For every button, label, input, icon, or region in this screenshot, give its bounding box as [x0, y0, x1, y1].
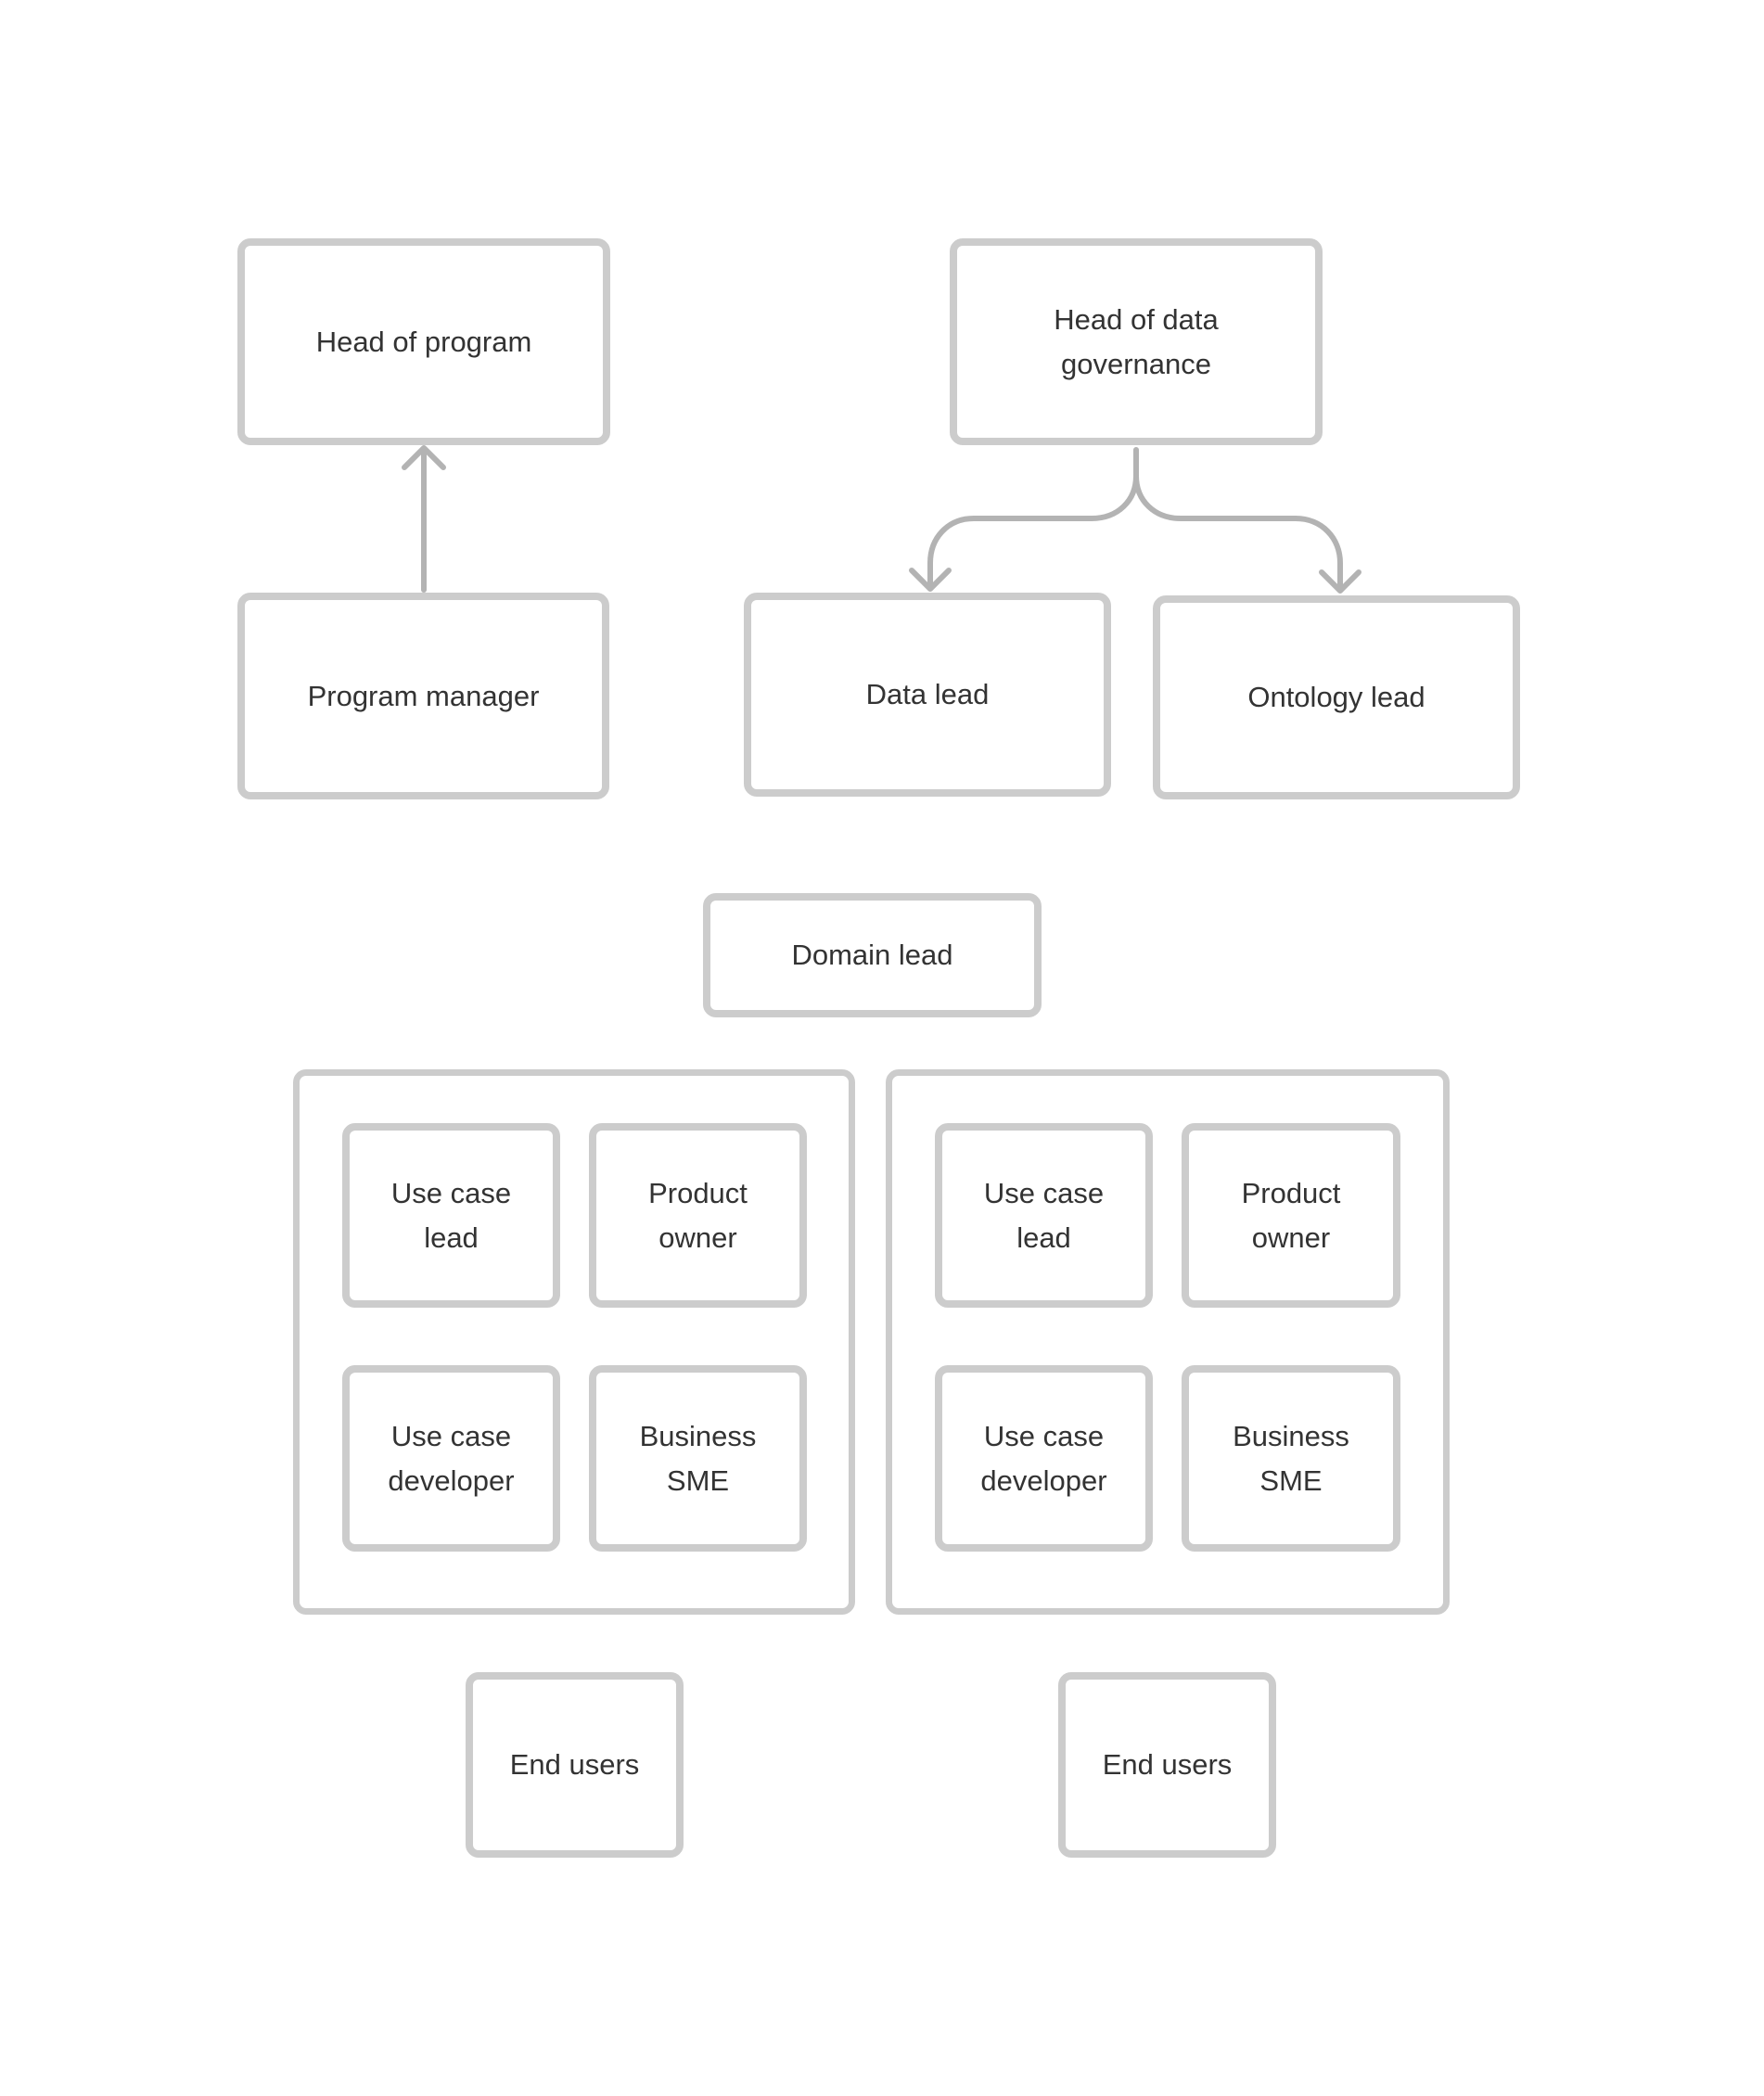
- node-label: End users: [509, 1748, 640, 1781]
- branch-stem-right: [1133, 473, 1343, 593]
- node-label: Use case lead: [390, 1176, 512, 1254]
- branch-stem-left: [927, 447, 1139, 591]
- node-end-users-2[interactable]: End users: [1058, 1672, 1276, 1858]
- edge-head-of-governance-branch: [909, 447, 1361, 594]
- node-domain-lead[interactable]: Domain lead: [703, 893, 1042, 1017]
- node-use-case-lead[interactable]: Use case lead: [935, 1123, 1153, 1308]
- node-label: Product owner: [1241, 1176, 1341, 1254]
- node-head-of-program[interactable]: Head of program: [237, 238, 610, 445]
- arrow-down-icon-ontology-lead: [1319, 569, 1361, 594]
- node-label: Ontology lead: [1247, 681, 1425, 713]
- node-use-case-developer[interactable]: Use case developer: [342, 1365, 560, 1552]
- node-label: Product owner: [648, 1176, 748, 1254]
- arrow-down-icon-data-lead: [909, 568, 952, 592]
- node-label: Head of program: [315, 325, 532, 358]
- node-label: Business SME: [1233, 1419, 1349, 1497]
- node-label: Program manager: [307, 679, 540, 712]
- node-program-manager[interactable]: Program manager: [237, 593, 609, 799]
- node-business-sme[interactable]: Business SME: [1182, 1365, 1400, 1552]
- node-use-case-lead[interactable]: Use case lead: [342, 1123, 560, 1308]
- node-label: Business SME: [639, 1419, 757, 1497]
- node-end-users-1[interactable]: End users: [466, 1672, 684, 1858]
- node-label: Use case developer: [388, 1419, 515, 1497]
- node-use-case-developer[interactable]: Use case developer: [935, 1365, 1153, 1552]
- node-label: Head of data governance: [1054, 302, 1219, 380]
- node-product-owner[interactable]: Product owner: [589, 1123, 807, 1308]
- node-data-lead[interactable]: Data lead: [744, 593, 1111, 797]
- node-business-sme[interactable]: Business SME: [589, 1365, 807, 1552]
- arrow-up-icon: [402, 445, 446, 470]
- node-ontology-lead[interactable]: Ontology lead: [1153, 595, 1520, 799]
- node-label: End users: [1102, 1748, 1233, 1781]
- node-head-of-data-governance[interactable]: Head of data governance: [950, 238, 1323, 445]
- node-label: Data lead: [865, 678, 990, 710]
- node-label: Use case developer: [980, 1419, 1107, 1497]
- edge-program-manager-to-head-of-program: [402, 445, 446, 593]
- node-label: Domain lead: [791, 939, 953, 971]
- node-label: Use case lead: [983, 1176, 1105, 1254]
- node-product-owner[interactable]: Product owner: [1182, 1123, 1400, 1308]
